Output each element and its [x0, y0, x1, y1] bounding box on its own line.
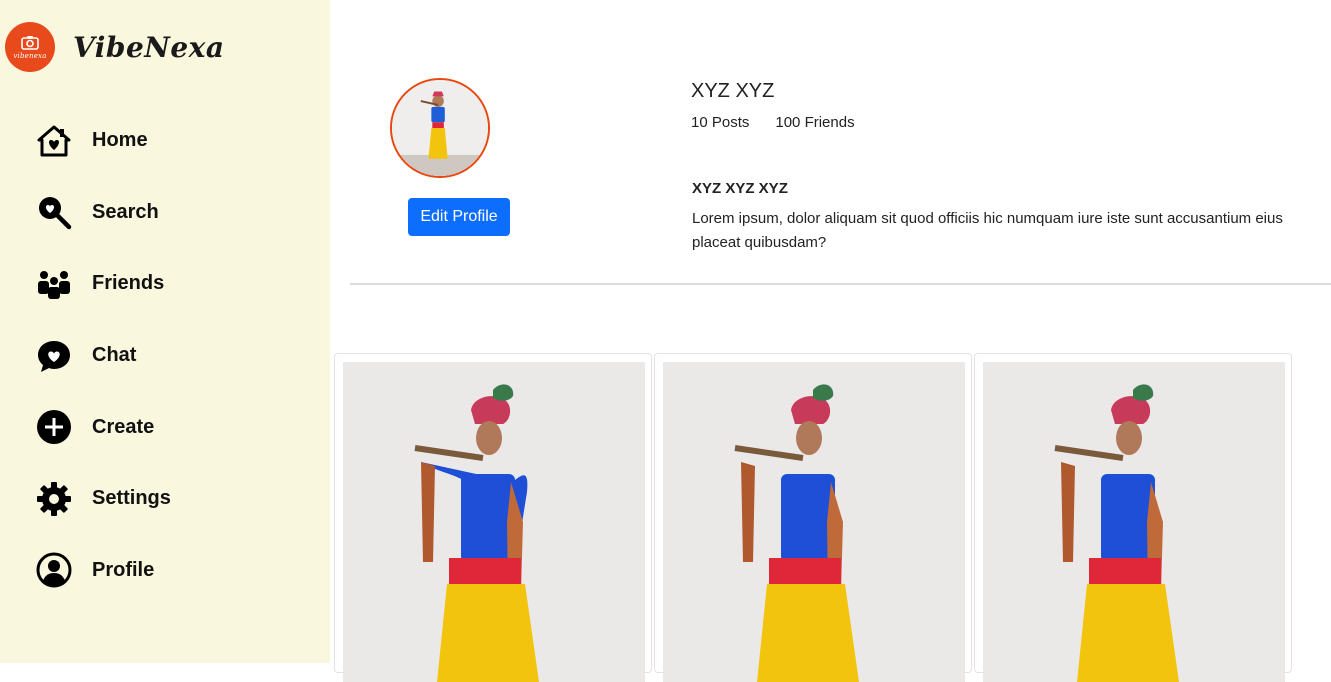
profile-avatar[interactable] — [390, 78, 490, 178]
brand-logo: vibenexa — [5, 22, 55, 72]
post-image — [983, 362, 1285, 682]
post-image — [343, 362, 645, 682]
sidebar-nav: Home Search Friends Chat Create Settings… — [36, 105, 171, 606]
profile-icon — [36, 552, 72, 588]
sidebar-item-label: Chat — [92, 344, 137, 367]
post-card[interactable] — [654, 353, 972, 682]
sidebar-item-settings[interactable]: Settings — [36, 463, 171, 535]
profile-stats: 10 Posts 100 Friends — [691, 114, 855, 131]
post-card[interactable] — [334, 353, 652, 682]
sidebar-item-search[interactable]: Search — [36, 177, 171, 249]
sidebar-item-label: Search — [92, 200, 159, 223]
posts-count[interactable]: 10 Posts — [691, 114, 749, 131]
edit-profile-button[interactable]: Edit Profile — [408, 198, 510, 236]
chat-icon — [36, 338, 72, 374]
profile-main: Edit Profile XYZ XYZ 10 Posts 100 Friend… — [330, 0, 1331, 682]
friends-icon — [36, 266, 72, 302]
sidebar-item-create[interactable]: Create — [36, 391, 171, 463]
sidebar-item-home[interactable]: Home — [36, 105, 171, 177]
sidebar-item-label: Friends — [92, 272, 165, 295]
sidebar-item-friends[interactable]: Friends — [36, 248, 171, 320]
brand[interactable]: vibenexa VibeNexa — [5, 22, 225, 72]
logo-text: vibenexa — [13, 51, 47, 60]
posts-grid — [334, 353, 1292, 682]
post-card[interactable] — [974, 353, 1292, 682]
profile-full-name: XYZ XYZ XYZ — [692, 180, 788, 197]
home-icon — [36, 123, 72, 159]
settings-icon — [36, 481, 72, 517]
sidebar-item-label: Settings — [92, 487, 171, 510]
search-icon — [36, 194, 72, 230]
create-icon — [36, 409, 72, 445]
sidebar-item-profile[interactable]: Profile — [36, 535, 171, 607]
sidebar-item-label: Profile — [92, 558, 155, 581]
sidebar: vibenexa VibeNexa Home Search Friends Ch… — [0, 0, 330, 663]
camera-icon — [21, 35, 39, 50]
sidebar-item-label: Create — [92, 415, 155, 438]
post-image — [663, 362, 965, 682]
divider — [350, 283, 1331, 285]
profile-bio: Lorem ipsum, dolor aliquam sit quod offi… — [692, 210, 1283, 251]
sidebar-item-chat[interactable]: Chat — [36, 320, 171, 392]
sidebar-item-label: Home — [92, 129, 148, 152]
brand-name: VibeNexa — [73, 30, 225, 64]
profile-username: XYZ XYZ — [691, 80, 775, 102]
friends-count[interactable]: 100 Friends — [775, 114, 854, 131]
